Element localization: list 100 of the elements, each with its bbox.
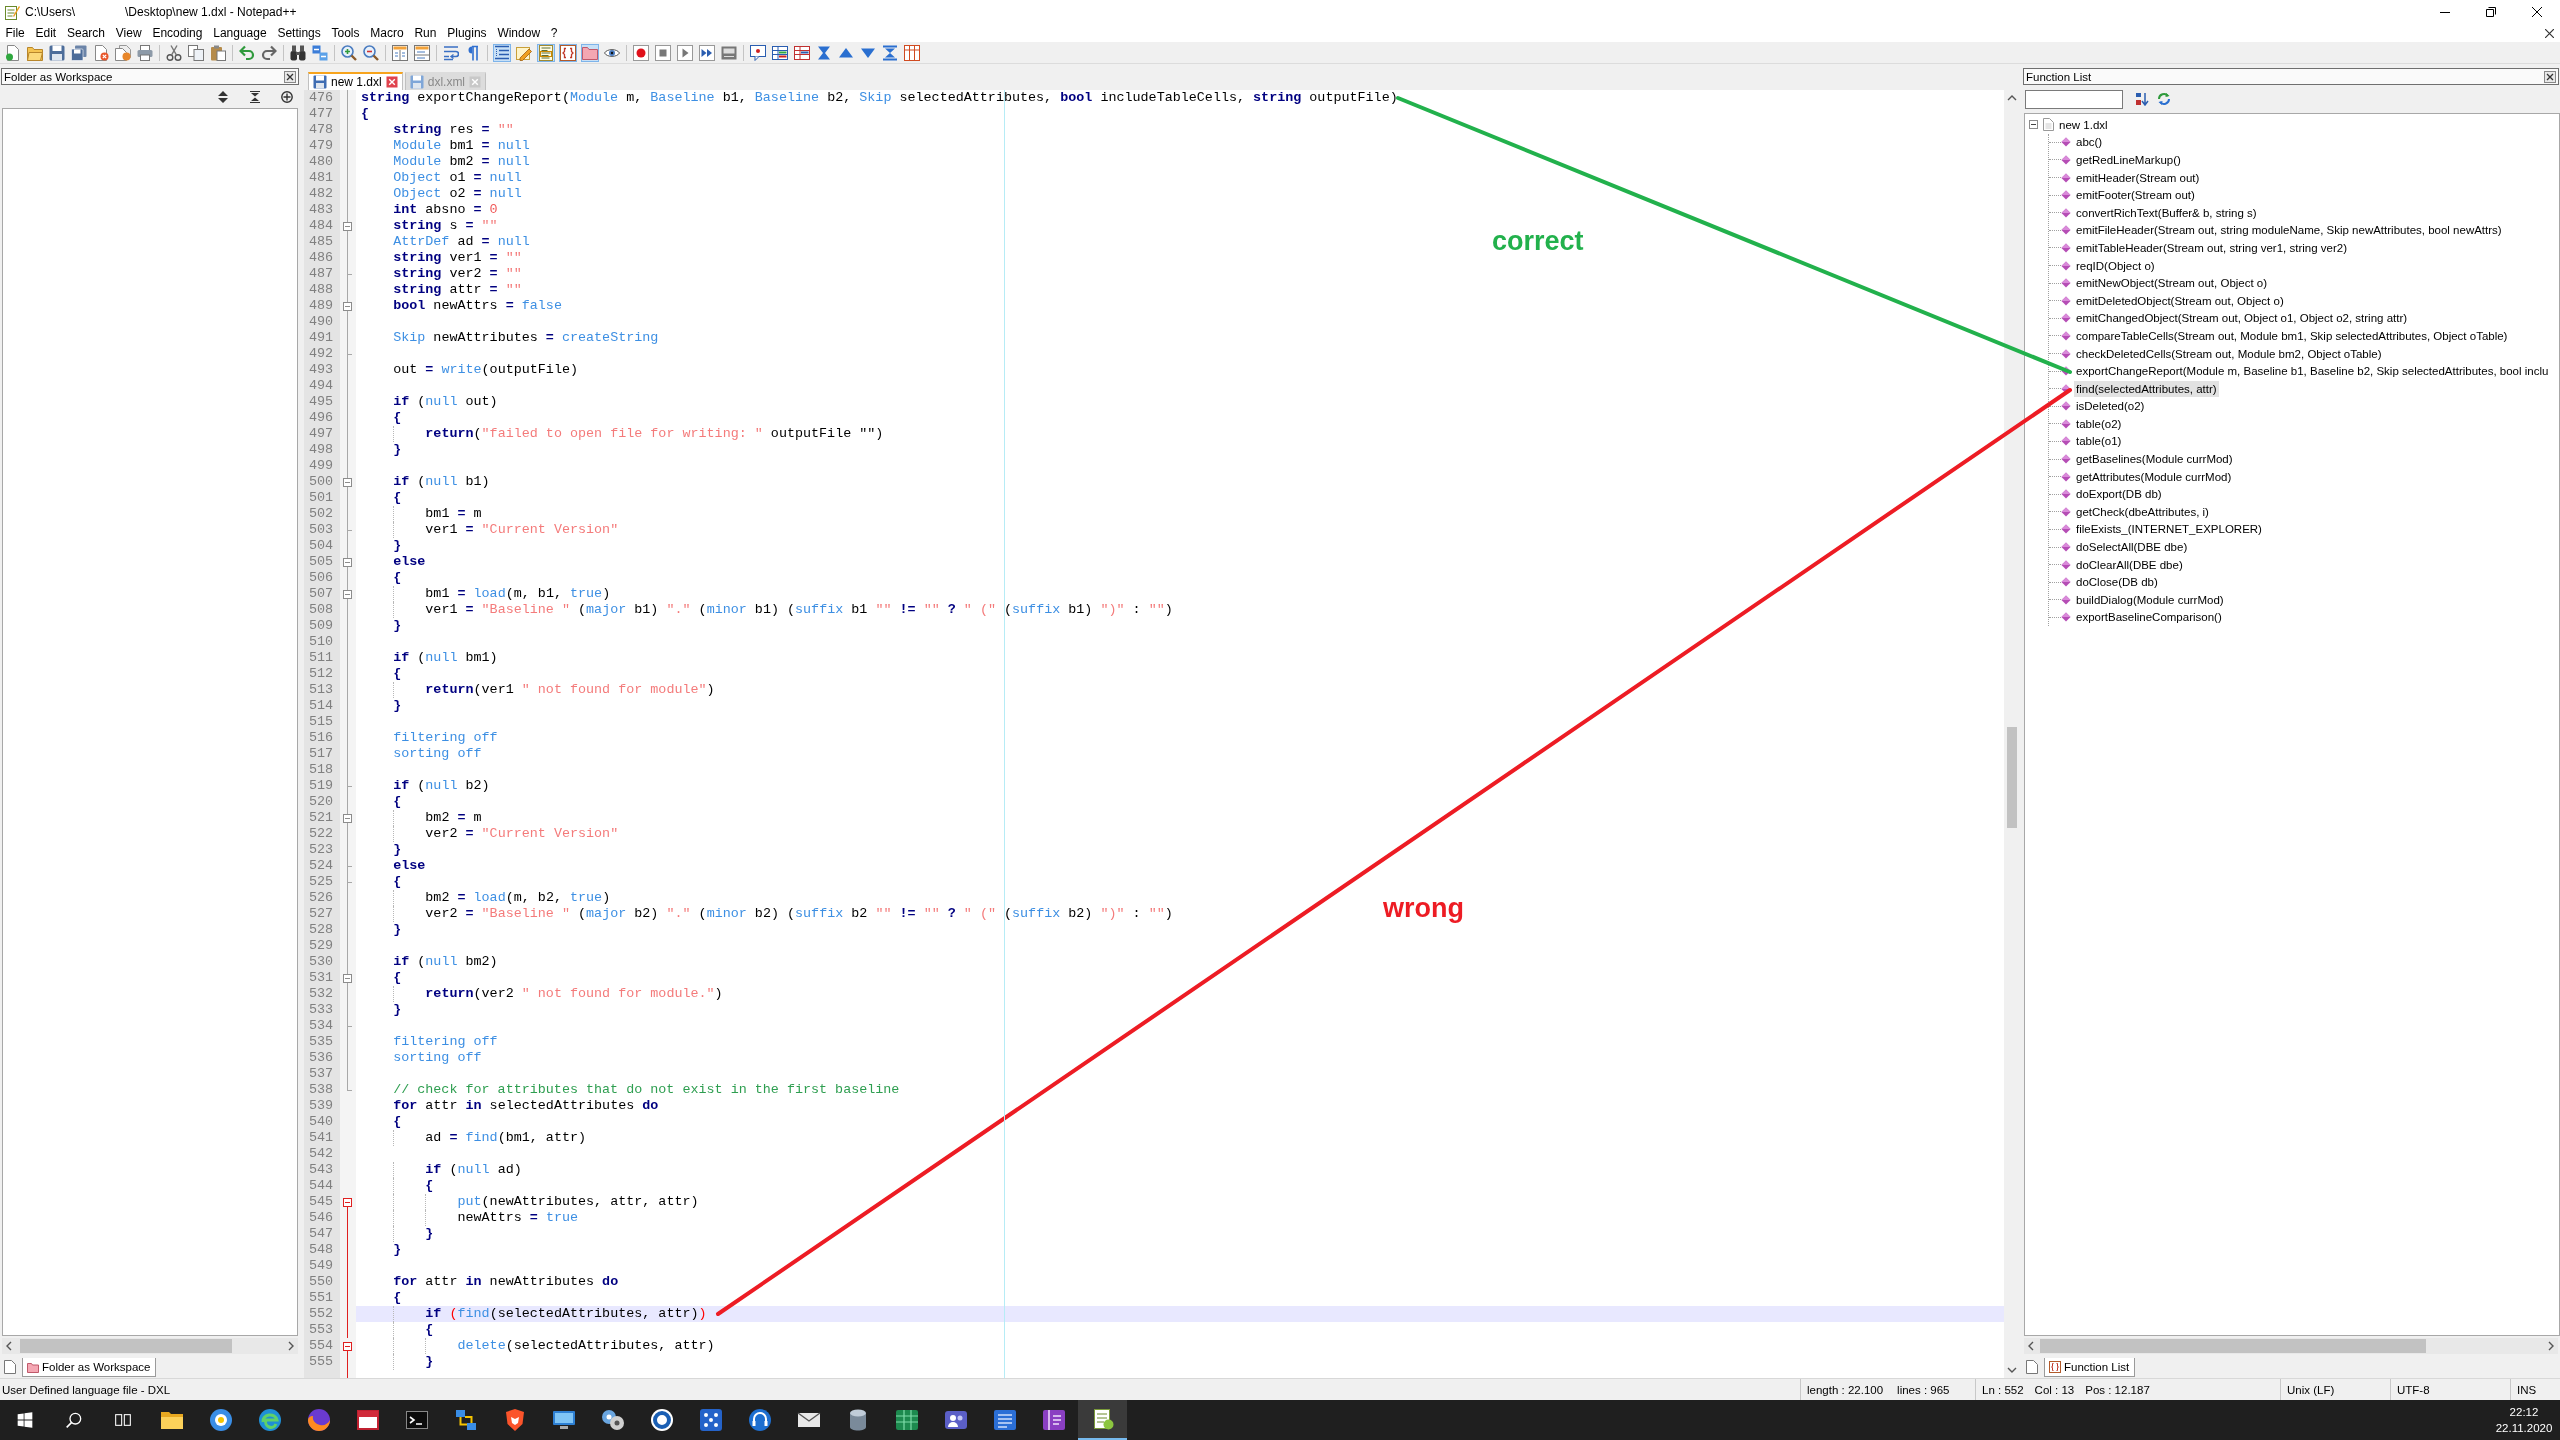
window-icon[interactable] [355,1408,380,1432]
restore-icon[interactable] [2486,7,2496,17]
bracket-page-icon[interactable] [559,43,577,62]
copy-icon[interactable] [187,43,205,62]
document-map-icon[interactable] [537,43,555,62]
function-item[interactable]: emitDeletedObject(Stream out, Object o) [2074,292,2286,309]
menu-item[interactable]: Language [207,24,272,42]
function-item[interactable]: reqID(Object o) [2074,257,2157,274]
indent-guide-icon[interactable] [493,43,511,62]
ring-icon[interactable] [649,1408,674,1432]
close-icon[interactable] [2545,28,2554,38]
swirl-icon[interactable] [257,1408,282,1432]
fast-forward-icon[interactable] [698,43,716,62]
binoculars-icon[interactable] [289,43,307,62]
function-item[interactable]: convertRichText(Buffer& b, string s) [2074,204,2259,221]
terminal-icon[interactable] [404,1408,429,1432]
function-item[interactable]: emitHeader(Stream out) [2074,169,2202,186]
scroll-left-icon[interactable] [2028,1341,2034,1351]
stop-icon[interactable] [654,43,672,62]
document-icon[interactable] [4,1360,16,1374]
scrollbar-thumb[interactable] [2007,727,2017,828]
close-file-icon[interactable] [92,43,110,62]
function-item[interactable]: emitNewObject(Stream out, Object o) [2074,275,2270,292]
editor-tab[interactable]: new 1.dxl [308,72,403,90]
function-item[interactable]: doExport(DB db) [2074,486,2164,503]
play-icon[interactable] [676,43,694,62]
document-icon[interactable] [992,1408,1017,1432]
function-item[interactable]: emitTableHeader(Stream out, string ver1, string ver2) [2074,239,2349,256]
collapse-all-icon[interactable] [249,90,261,103]
function-item[interactable]: emitFooter(Stream out) [2074,187,2197,204]
menu-item[interactable]: Window [492,24,546,42]
menu-item[interactable]: Tools [326,24,365,42]
save-icon[interactable] [48,43,66,62]
paste-icon[interactable] [209,43,227,62]
columns-icon[interactable] [903,43,921,62]
locate-icon[interactable] [281,90,293,103]
print-icon[interactable] [136,43,154,62]
overlapping-circles-icon[interactable] [600,1408,625,1432]
menu-item[interactable]: File [0,24,31,42]
function-item[interactable]: emitFileHeader(Stream out, string moduleName, Skip newAttributes, bool newAttrs) [2074,222,2504,239]
refresh-icon[interactable] [2157,92,2171,106]
close-icon[interactable] [2544,70,2556,83]
function-item[interactable]: compareTableCells(Stream out, Module bm1, Skip selectedAttributes, Object oTable) [2074,327,2510,344]
collapse-lines-icon[interactable] [881,43,899,62]
function-item[interactable]: getRedLineMarkup() [2074,152,2183,168]
scroll-right-icon[interactable] [288,1341,294,1351]
minimize-icon[interactable] [2440,11,2450,13]
function-item[interactable]: doSelectAll(DBE dbe) [2074,539,2190,556]
save-all-icon[interactable] [70,43,88,62]
task-view-icon[interactable] [114,1412,131,1428]
function-item[interactable]: getAttributes(Module currMod) [2074,468,2234,485]
network-icon[interactable] [453,1408,478,1432]
menu-item[interactable]: Plugins [441,24,492,42]
function-item[interactable]: emitChangedObject(Stream out, Object o1, Object o2, string attr) [2074,310,2410,327]
function-item[interactable]: checkDeletedCells(Stream out, Module bm2, Object oTable) [2074,345,2384,362]
menu-item[interactable]: Edit [30,24,62,42]
zoom-in-icon[interactable] [340,43,358,62]
zoom-out-icon[interactable] [362,43,380,62]
menu-item[interactable]: Run [409,24,442,42]
menu-item[interactable]: Search [61,24,111,42]
function-item[interactable]: find(selectedAttributes, attr) [2074,380,2219,397]
dice-icon[interactable] [698,1408,723,1432]
collapse-box-icon[interactable] [2029,120,2038,130]
wrap-lines-icon[interactable] [442,43,460,62]
menu-item[interactable]: Encoding [147,24,208,42]
headset-icon[interactable] [747,1408,772,1432]
scrollbar-thumb[interactable] [20,1339,232,1353]
split-columns-icon[interactable] [391,43,409,62]
scrollbar-thumb[interactable] [2040,1339,2426,1353]
function-item[interactable]: isDeleted(o2) [2074,398,2147,415]
undo-icon[interactable] [238,43,256,62]
record-icon[interactable] [632,43,650,62]
search-icon[interactable] [65,1412,82,1428]
function-item[interactable]: doClearAll(DBE dbe) [2074,556,2185,573]
table-icon[interactable] [771,43,789,62]
function-item[interactable]: table(o1) [2074,433,2124,450]
function-item[interactable]: getCheck(dbeAttributes, i) [2074,503,2211,520]
function-item[interactable]: exportBaselineComparison() [2074,609,2224,626]
clock-date[interactable]: 22.11.2020 [2495,1420,2553,1436]
flame-globe-icon[interactable] [306,1408,331,1432]
scroll-right-icon[interactable] [2548,1341,2554,1351]
menu-item[interactable]: ? [545,24,563,42]
sort-icon[interactable] [2135,92,2149,106]
function-item[interactable]: exportChangeReport(Module m, Baseline b1, Baseline b2, Skip selectedAttributes, bool inclu [2074,363,2551,380]
spreadsheet-icon[interactable] [894,1408,919,1432]
swap-squares-icon[interactable] [311,43,329,62]
function-item[interactable]: buildDialog(Module currMod) [2074,591,2226,608]
clock-time[interactable]: 22:12 [2509,1404,2539,1420]
function-item[interactable]: doClose(DB db) [2074,574,2160,591]
collapse-box-icon[interactable] [343,1197,352,1207]
tree-root-item[interactable]: new 1.dxl [2059,118,2108,131]
function-item[interactable]: fileExists_(INTERNET_EXPLORER) [2074,521,2264,538]
taskbar-button[interactable] [1078,1400,1127,1440]
scroll-down-icon[interactable] [2007,1367,2017,1373]
monitor-icon[interactable] [551,1408,576,1432]
function-item[interactable]: getBaselines(Module currMod) [2074,451,2235,468]
menu-item[interactable]: Settings [272,24,327,42]
scroll-up-icon[interactable] [2007,95,2017,101]
scroll-left-icon[interactable] [6,1341,12,1351]
windows-logo-icon[interactable] [16,1412,33,1428]
